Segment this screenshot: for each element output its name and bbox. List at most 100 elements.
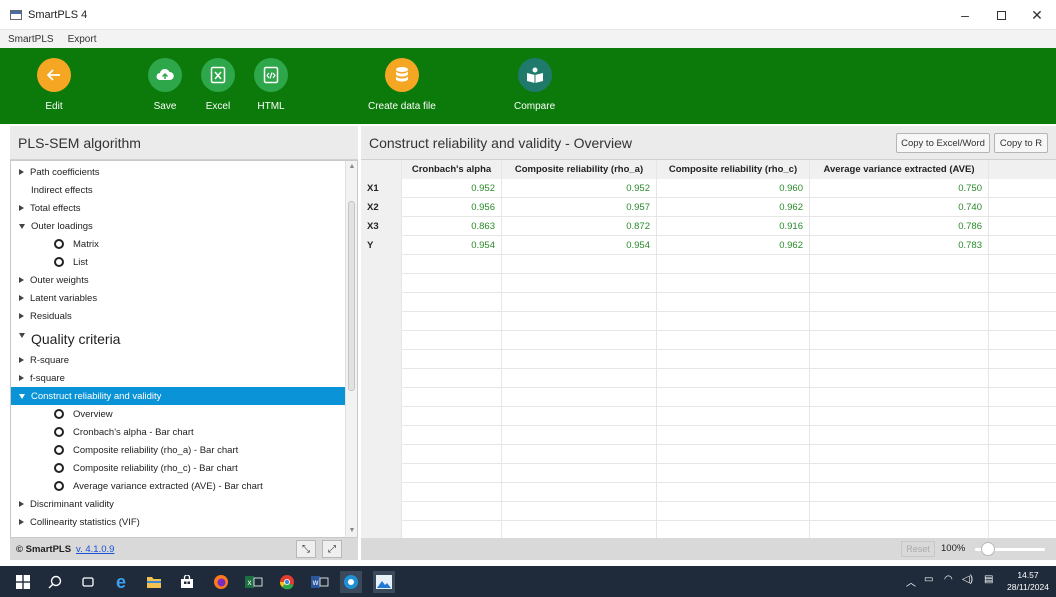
table-cell-empty[interactable]: [657, 445, 810, 464]
table-cell-empty[interactable]: [989, 464, 1056, 483]
excel-icon[interactable]: x: [243, 571, 265, 593]
table-cell-empty[interactable]: [402, 502, 502, 521]
table-cell[interactable]: 0.952: [402, 179, 502, 198]
table-cell-empty[interactable]: [657, 369, 810, 388]
table-cell[interactable]: 0.916: [657, 217, 810, 236]
table-cell-empty[interactable]: [810, 293, 989, 312]
row-header-empty[interactable]: [361, 445, 402, 464]
table-cell-empty[interactable]: [989, 502, 1056, 521]
table-cell-empty[interactable]: [989, 274, 1056, 293]
table-cell-empty[interactable]: [402, 445, 502, 464]
copy-to-r-button[interactable]: Copy to R: [994, 133, 1048, 153]
table-cell-empty[interactable]: [810, 369, 989, 388]
table-cell-empty[interactable]: [989, 350, 1056, 369]
search-icon[interactable]: [44, 571, 66, 593]
row-header-empty[interactable]: [361, 388, 402, 407]
table-cell-empty[interactable]: [402, 388, 502, 407]
table-cell-empty[interactable]: [989, 179, 1056, 198]
tree-item-collinearity[interactable]: Collinearity statistics (VIF): [11, 513, 347, 531]
table-cell-empty[interactable]: [657, 312, 810, 331]
wifi-icon[interactable]: ◠: [944, 574, 953, 585]
firefox-icon[interactable]: [210, 571, 232, 593]
tree-item-total-effects[interactable]: Total effects: [11, 199, 347, 217]
table-cell-empty[interactable]: [810, 464, 989, 483]
table-cell-empty[interactable]: [989, 369, 1056, 388]
table-cell-empty[interactable]: [657, 350, 810, 369]
scroll-down-icon[interactable]: ▼: [348, 527, 356, 535]
table-cell-empty[interactable]: [502, 426, 657, 445]
row-header-empty[interactable]: [361, 426, 402, 445]
column-header[interactable]: Average variance extracted (AVE): [810, 160, 989, 179]
row-header[interactable]: X3: [361, 217, 402, 236]
table-cell-empty[interactable]: [989, 236, 1056, 255]
table-cell-empty[interactable]: [502, 274, 657, 293]
table-cell[interactable]: 0.957: [502, 198, 657, 217]
tree-item-r-square[interactable]: R-square: [11, 351, 347, 369]
battery-icon[interactable]: ▭: [924, 574, 933, 585]
tree-item-f-square[interactable]: f-square: [11, 369, 347, 387]
table-cell-empty[interactable]: [657, 426, 810, 445]
table-cell-empty[interactable]: [989, 293, 1056, 312]
table-cell-empty[interactable]: [502, 483, 657, 502]
edit-button[interactable]: Edit: [37, 58, 71, 112]
table-cell[interactable]: 0.783: [810, 236, 989, 255]
tree-item-overview[interactable]: Overview: [11, 405, 347, 423]
row-header-empty[interactable]: [361, 255, 402, 274]
file-explorer-icon[interactable]: [143, 571, 165, 593]
table-cell-empty[interactable]: [989, 407, 1056, 426]
table-cell-empty[interactable]: [502, 407, 657, 426]
close-button[interactable]: ✕: [1016, 0, 1056, 30]
smartpls-icon[interactable]: [340, 571, 362, 593]
tree-item-construct-reliability[interactable]: Construct reliability and validity: [11, 387, 347, 405]
table-cell-empty[interactable]: [810, 502, 989, 521]
row-header-empty[interactable]: [361, 331, 402, 350]
table-cell-empty[interactable]: [502, 369, 657, 388]
row-header-empty[interactable]: [361, 483, 402, 502]
table-cell-empty[interactable]: [502, 255, 657, 274]
volume-icon[interactable]: ◁): [962, 574, 973, 585]
table-cell-empty[interactable]: [402, 312, 502, 331]
table-cell-empty[interactable]: [810, 483, 989, 502]
table-cell[interactable]: 0.954: [502, 236, 657, 255]
edge-icon[interactable]: e: [110, 571, 132, 593]
table-cell-empty[interactable]: [402, 350, 502, 369]
column-header[interactable]: Cronbach's alpha: [402, 160, 502, 179]
table-cell-empty[interactable]: [502, 464, 657, 483]
table-cell[interactable]: 0.954: [402, 236, 502, 255]
chevron-up-icon[interactable]: ︿: [906, 574, 916, 589]
table-cell-empty[interactable]: [402, 426, 502, 445]
table-cell-empty[interactable]: [502, 312, 657, 331]
compare-button[interactable]: Compare: [514, 58, 555, 112]
row-header-empty[interactable]: [361, 502, 402, 521]
version-link[interactable]: v. 4.1.0.9: [76, 544, 114, 555]
tree-item-discriminant-validity[interactable]: Discriminant validity: [11, 495, 347, 513]
table-cell[interactable]: 0.962: [657, 236, 810, 255]
menu-smartpls[interactable]: SmartPLS: [8, 34, 54, 45]
row-header-empty[interactable]: [361, 274, 402, 293]
row-header-empty[interactable]: [361, 369, 402, 388]
table-cell[interactable]: 0.750: [810, 179, 989, 198]
tree-item-cronbach-chart[interactable]: Cronbach's alpha - Bar chart: [11, 423, 347, 441]
row-header-empty[interactable]: [361, 293, 402, 312]
tree-item-residuals[interactable]: Residuals: [11, 307, 347, 325]
table-cell[interactable]: 0.956: [402, 198, 502, 217]
photos-icon[interactable]: [373, 571, 395, 593]
table-cell-empty[interactable]: [989, 483, 1056, 502]
expand-all-button[interactable]: ⤢: [322, 540, 342, 558]
table-cell-empty[interactable]: [402, 464, 502, 483]
table-cell-empty[interactable]: [657, 255, 810, 274]
notification-icon[interactable]: ▤: [984, 574, 993, 585]
row-header[interactable]: X2: [361, 198, 402, 217]
row-header-empty[interactable]: [361, 407, 402, 426]
table-cell-empty[interactable]: [989, 312, 1056, 331]
row-header-empty[interactable]: [361, 312, 402, 331]
table-cell-empty[interactable]: [810, 274, 989, 293]
row-header[interactable]: Y: [361, 236, 402, 255]
table-cell-empty[interactable]: [810, 426, 989, 445]
tree-item-indirect-effects[interactable]: Indirect effects: [11, 181, 347, 199]
table-cell-empty[interactable]: [989, 426, 1056, 445]
table-cell-empty[interactable]: [657, 407, 810, 426]
table-cell-empty[interactable]: [402, 331, 502, 350]
table-cell-empty[interactable]: [810, 312, 989, 331]
chrome-icon[interactable]: [276, 571, 298, 593]
